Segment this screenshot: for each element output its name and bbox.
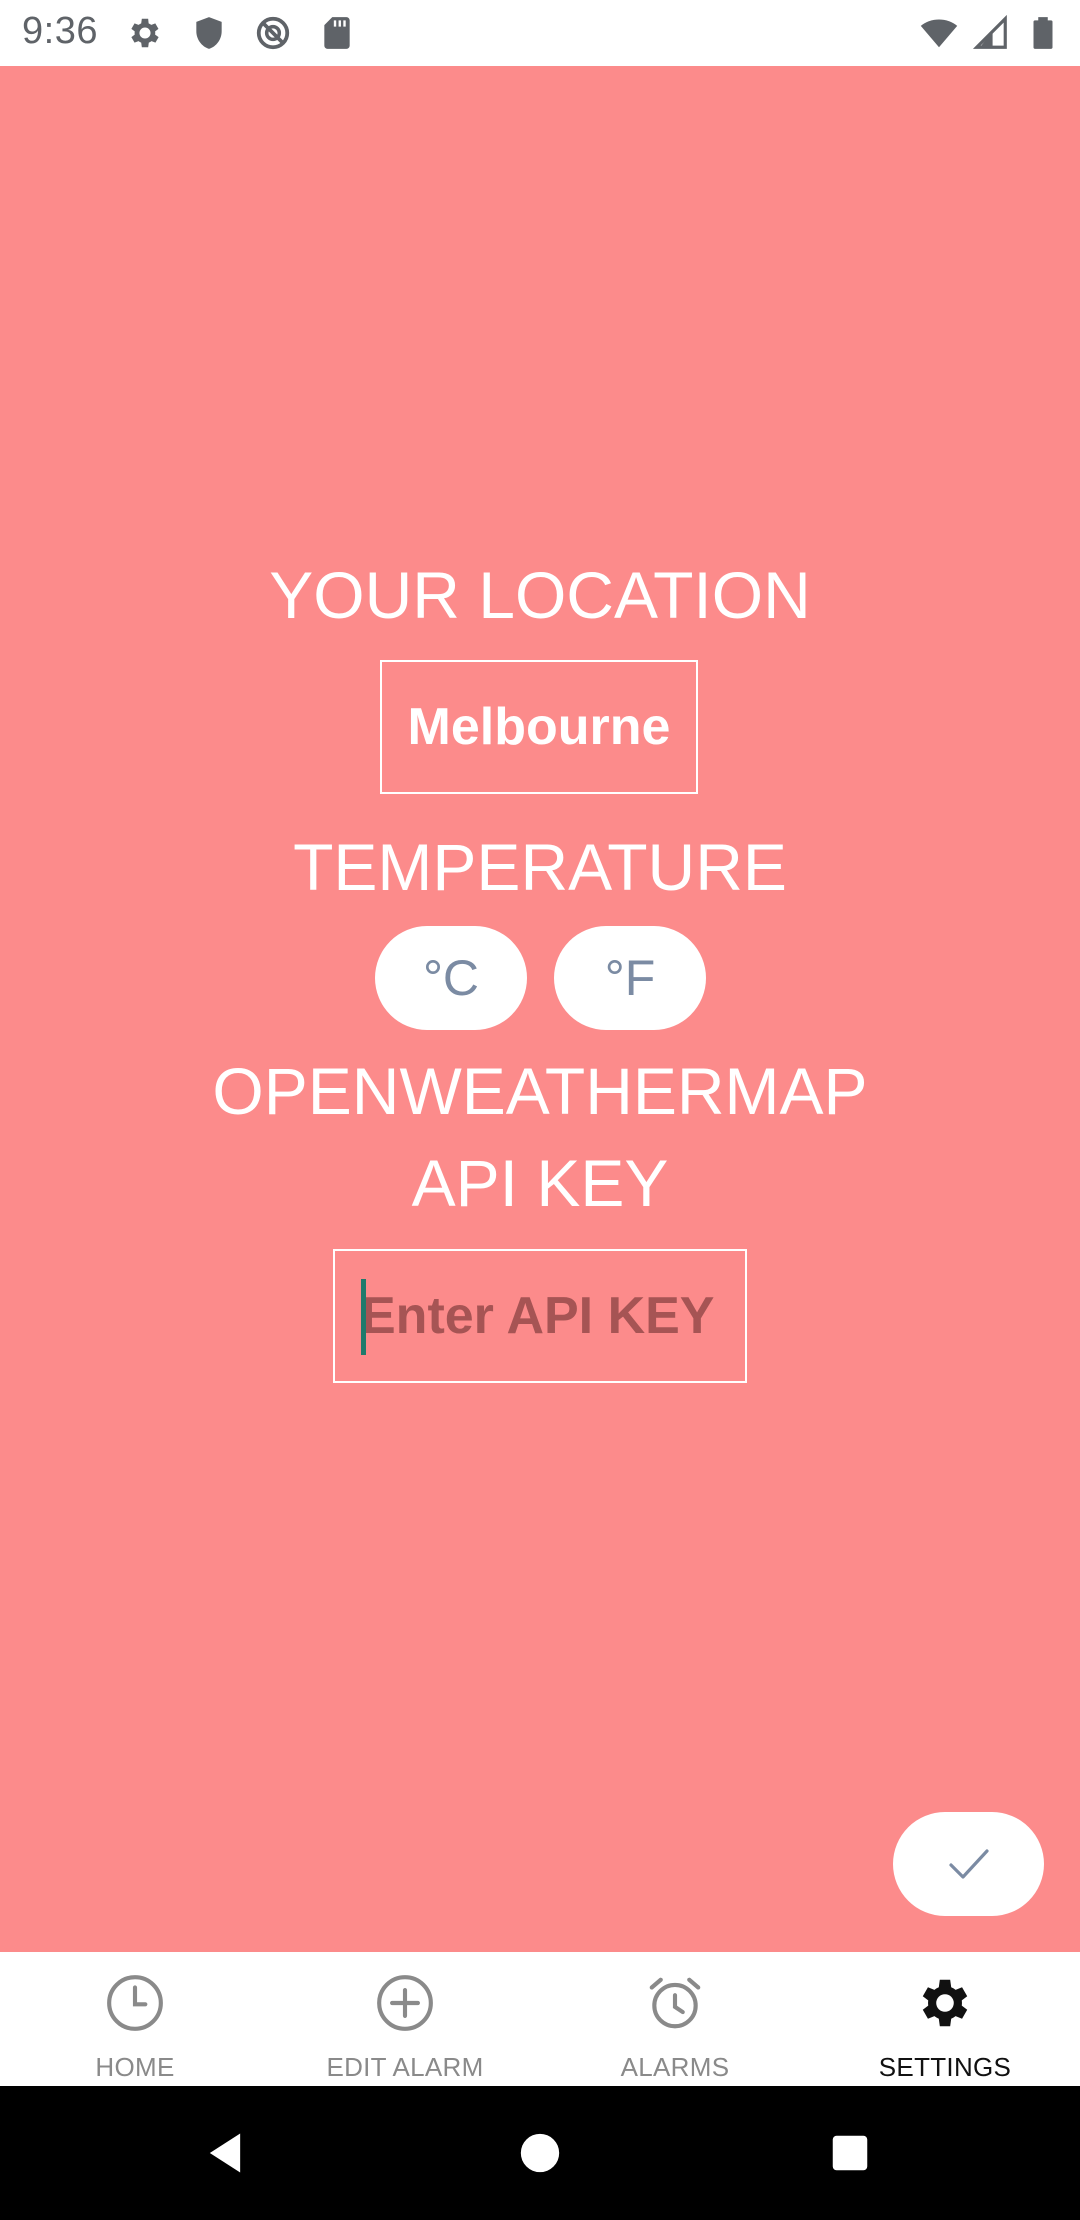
- sd-card-icon: [324, 17, 350, 49]
- add-circle-icon: [377, 1975, 433, 2031]
- recents-square-icon: [832, 2135, 868, 2171]
- status-bar: 9:36: [0, 0, 1080, 66]
- status-time: 9:36: [22, 10, 98, 52]
- system-nav-bar: [0, 2086, 1080, 2220]
- nav-settings-label: SETTINGS: [878, 2052, 1012, 2082]
- fahrenheit-button[interactable]: °F: [554, 926, 706, 1030]
- gear-icon: [922, 1979, 968, 2027]
- nav-alarms-label: ALARMS: [620, 2052, 730, 2082]
- wifi-icon: [920, 19, 958, 48]
- back-triangle-icon: [209, 2133, 241, 2173]
- api-heading-line2: API KEY: [411, 1146, 669, 1220]
- text-cursor: [361, 1279, 366, 1355]
- recents-button[interactable]: [815, 2118, 885, 2188]
- location-value: Melbourne: [407, 698, 671, 756]
- celsius-button[interactable]: °C: [375, 926, 527, 1030]
- back-button[interactable]: [190, 2118, 260, 2188]
- nav-edit-alarm-label: EDIT ALARM: [326, 2052, 484, 2082]
- home-circle-icon: [520, 2133, 560, 2173]
- screen: 9:36 YOUR LOCATION Melbourne TEMPERATURE…: [0, 0, 1080, 2220]
- nav-edit-alarm[interactable]: EDIT ALARM: [270, 1952, 540, 2086]
- settings-icon: [131, 18, 159, 48]
- clock-icon: [107, 1975, 163, 2031]
- status-icons-left: [126, 14, 356, 52]
- battery-icon: [1033, 17, 1053, 49]
- location-field[interactable]: Melbourne: [380, 660, 698, 794]
- cell-signal-icon: [972, 14, 1007, 49]
- checkmark-icon: [948, 1849, 989, 1879]
- api-key-input[interactable]: [361, 1276, 721, 1356]
- location-heading: YOUR LOCATION: [269, 558, 811, 632]
- nav-alarms[interactable]: ALARMS: [540, 1952, 810, 2086]
- home-button[interactable]: [505, 2118, 575, 2188]
- nav-home-label: HOME: [95, 2052, 175, 2082]
- settings-panel: YOUR LOCATION Melbourne TEMPERATURE °C °…: [0, 66, 1080, 1952]
- status-icons-right: [920, 14, 1062, 52]
- temperature-heading: TEMPERATURE: [293, 830, 787, 904]
- shield-icon: [196, 17, 222, 49]
- do-not-disturb-icon: [256, 16, 290, 50]
- nav-settings[interactable]: SETTINGS: [810, 1952, 1080, 2086]
- confirm-button[interactable]: [893, 1812, 1044, 1916]
- alarm-clock-icon: [649, 1977, 701, 2029]
- api-heading-line1: OPENWEATHERMAP: [212, 1054, 868, 1128]
- bottom-nav: HOME EDIT ALARM ALARMS SETTINGS: [0, 1952, 1080, 2086]
- api-key-field[interactable]: [333, 1249, 747, 1383]
- nav-home[interactable]: HOME: [0, 1952, 270, 2086]
